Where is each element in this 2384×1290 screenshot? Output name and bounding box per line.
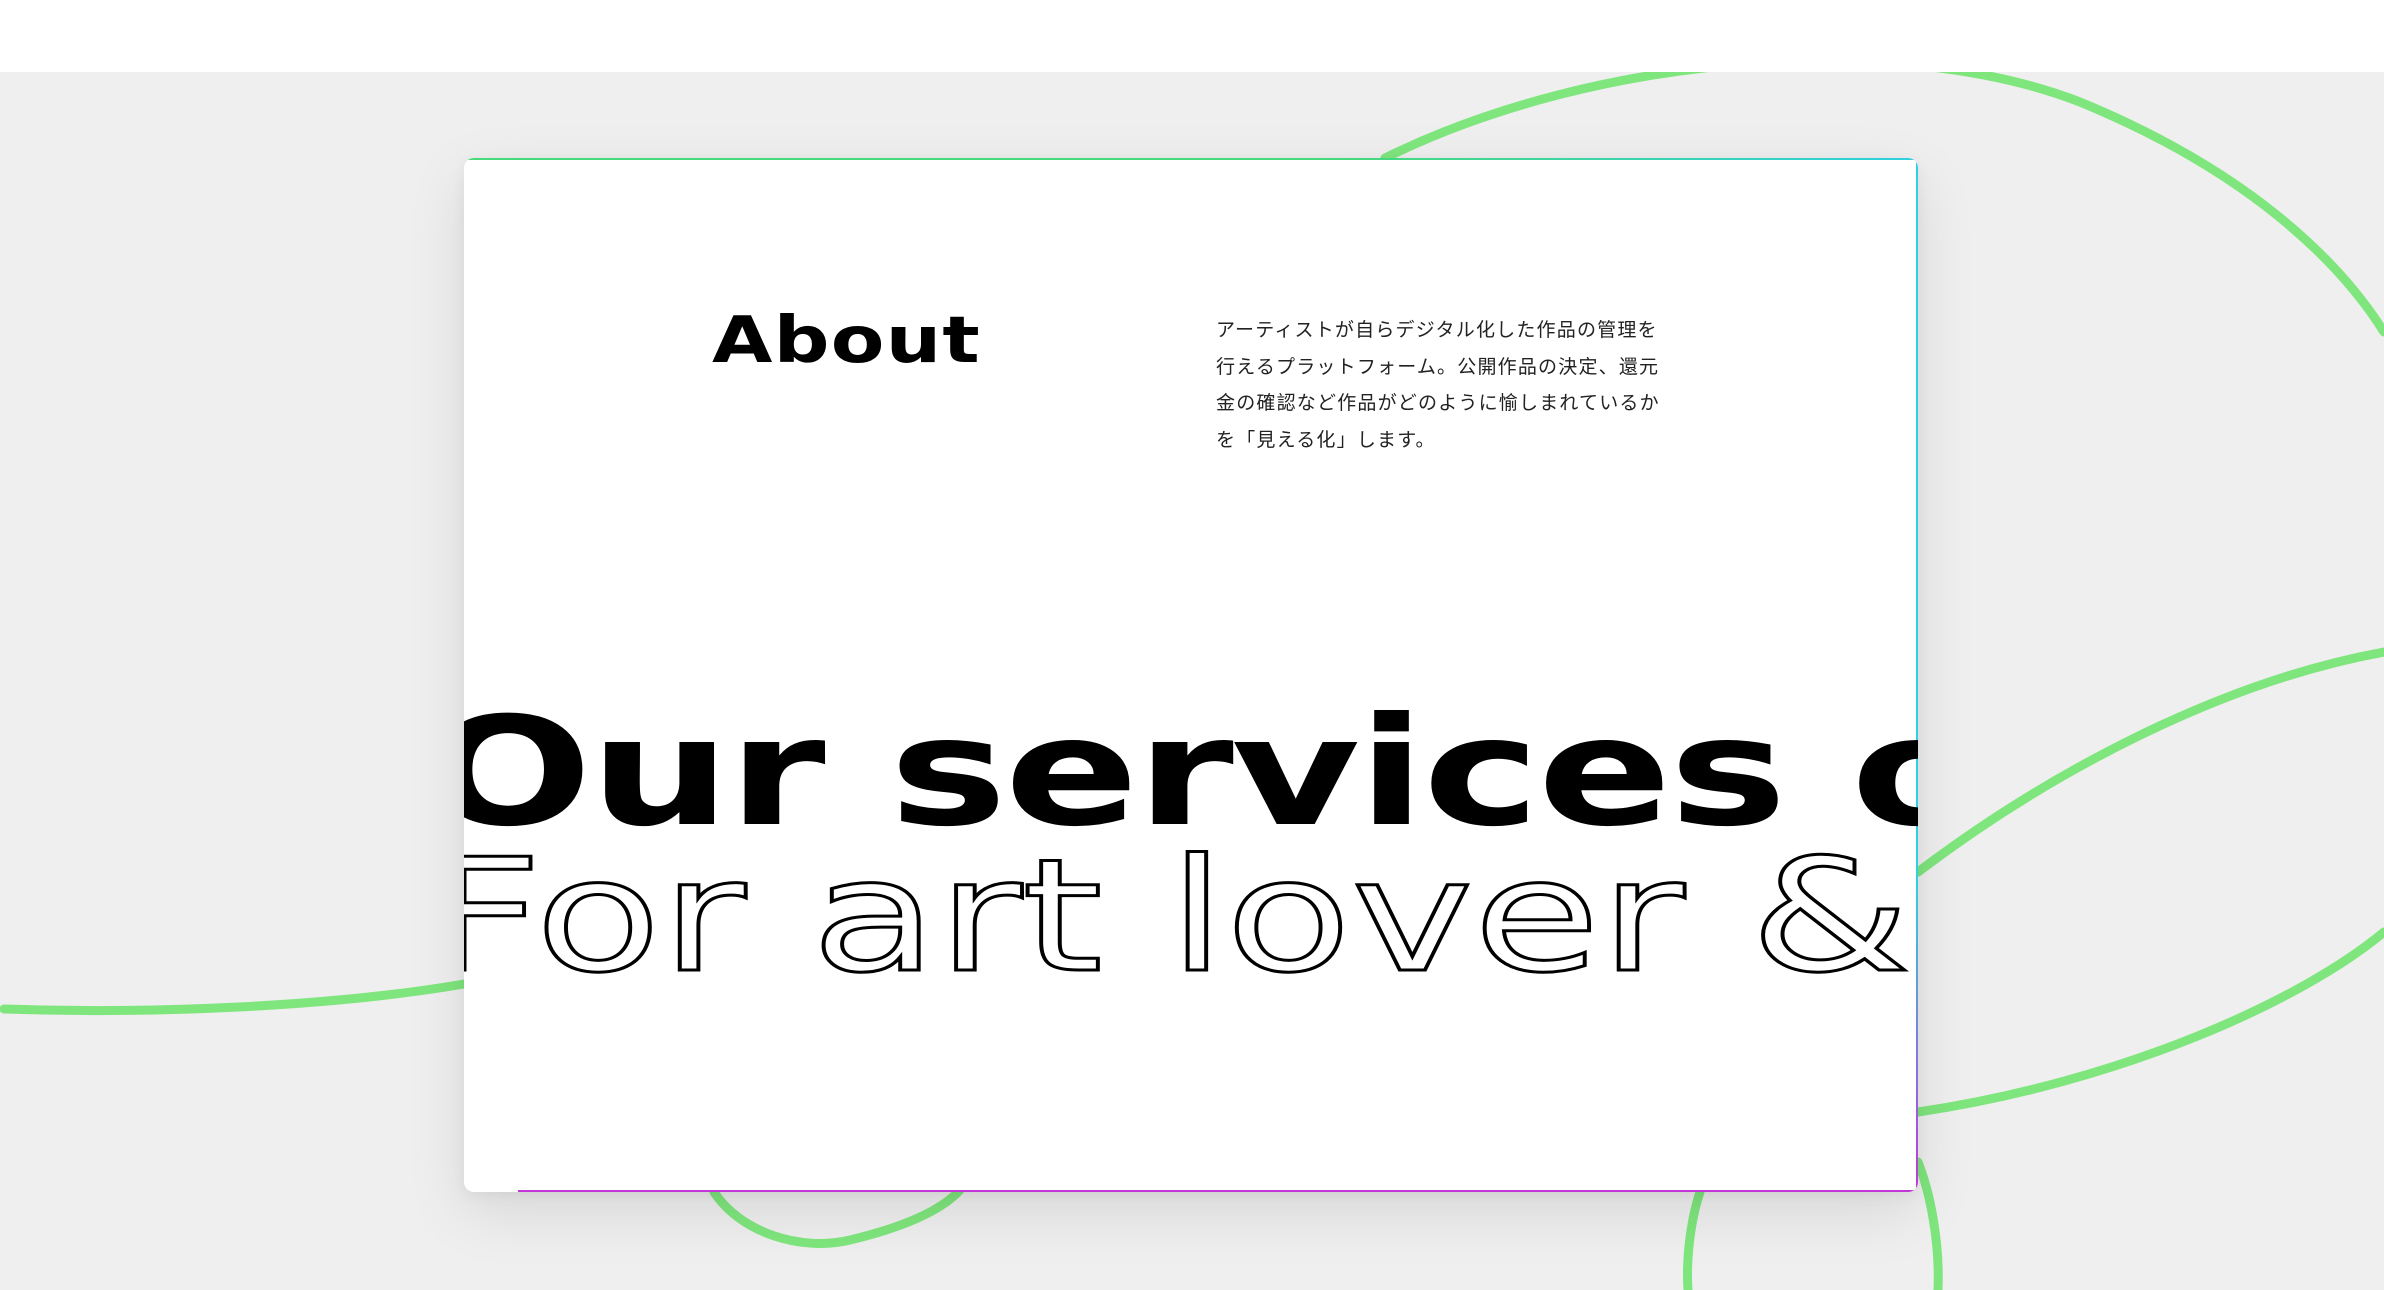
- curve-bottom-right-loop-2: [1683, 1187, 1705, 1290]
- card-edge-top: [464, 158, 1918, 160]
- card-edge-right: [1916, 158, 1918, 1192]
- background-stage: About アーティストが自らデジタル化した作品の管理を行えるプラットフォーム。…: [0, 72, 2384, 1290]
- curve-right-swoop: [1913, 647, 2384, 877]
- curve-bottom-right-loop: [1913, 1157, 1943, 1290]
- curve-left-line: [0, 979, 469, 1016]
- curve-bottom-left-loop: [709, 1185, 965, 1248]
- about-description: アーティストが自らデジタル化した作品の管理を行えるプラットフォーム。公開作品の決…: [1216, 319, 1660, 451]
- card-edge-bottom: [518, 1190, 1918, 1192]
- marquee-art-lover-text: For art lover & a: [464, 825, 1918, 1007]
- about-card: About アーティストが自らデジタル化した作品の管理を行えるプラットフォーム。…: [464, 158, 1918, 1192]
- about-title: About: [712, 304, 981, 378]
- curve-right-lower: [1913, 927, 2384, 1117]
- top-bar: [0, 0, 2384, 72]
